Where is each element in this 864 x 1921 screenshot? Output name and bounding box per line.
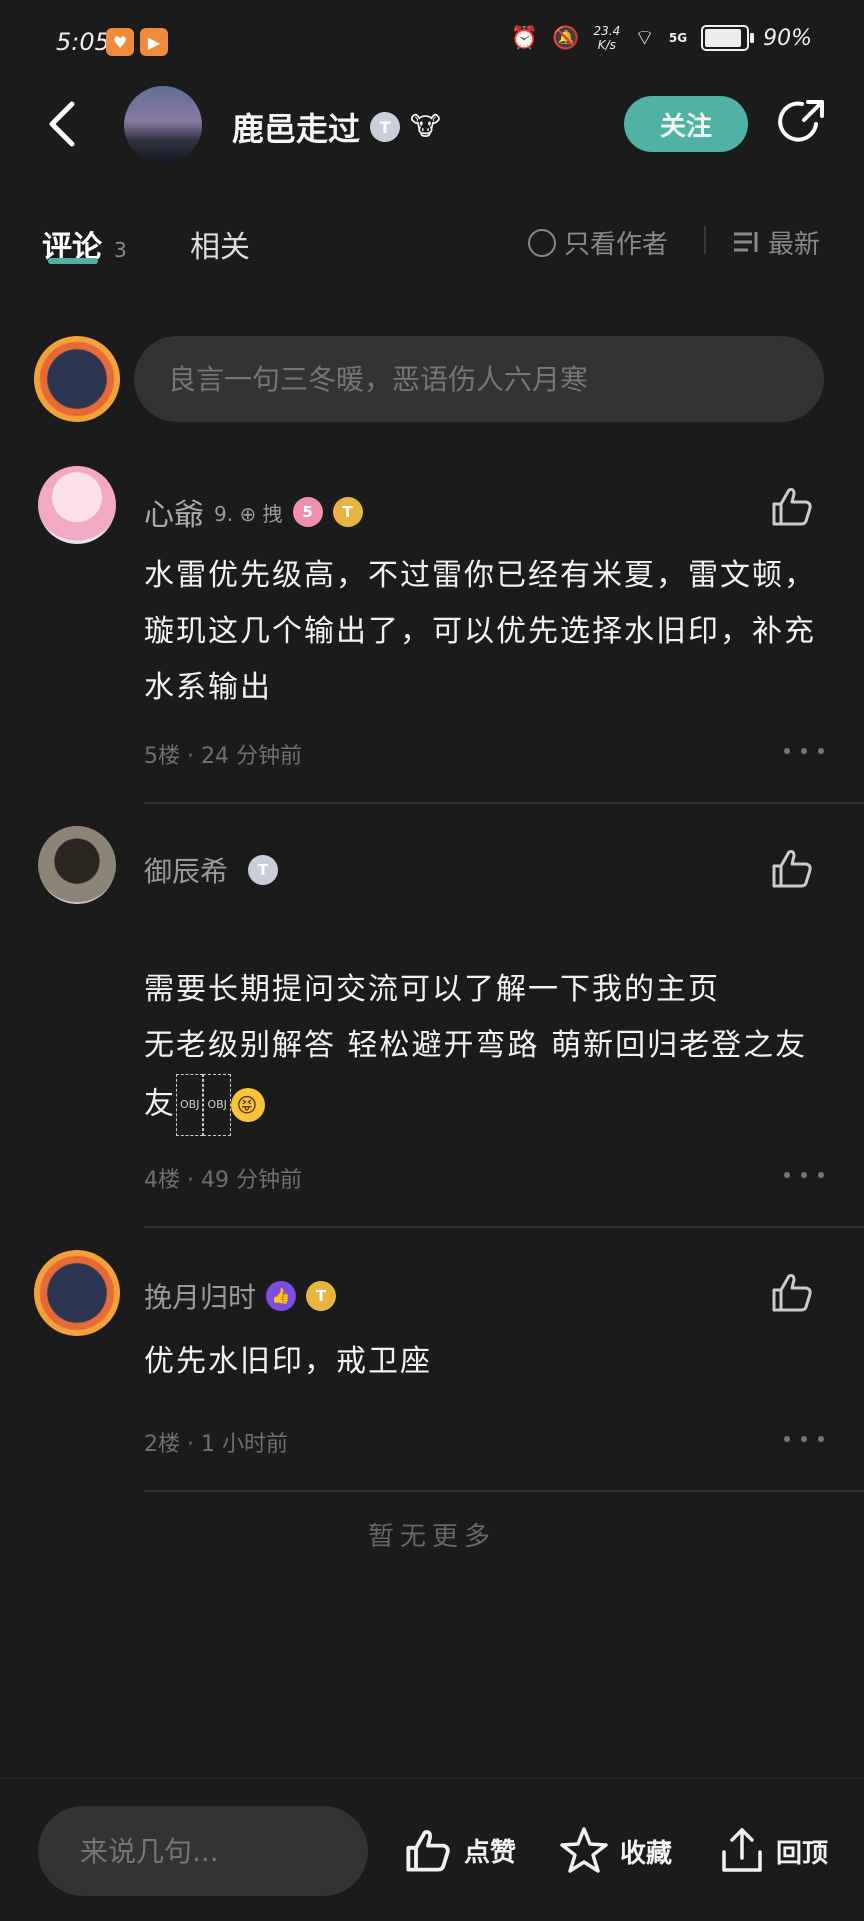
- sort-icon: [734, 231, 758, 252]
- floor: 4楼: [144, 1168, 180, 1193]
- share-icon[interactable]: [776, 96, 828, 148]
- more-icon[interactable]: [784, 1172, 824, 1178]
- net-speed: 23.4 K/s: [593, 24, 621, 52]
- back-to-top-button[interactable]: 回顶: [718, 1826, 828, 1876]
- commenter-name-row[interactable]: 御辰希 T: [144, 850, 279, 890]
- floor: 2楼: [144, 1432, 180, 1457]
- status-time: 5:05: [56, 28, 110, 56]
- obj-placeholder: OBJ: [203, 1074, 231, 1136]
- divider: [144, 1490, 864, 1492]
- bottom-comment-input[interactable]: [38, 1806, 368, 1896]
- mascot-badge-icon: 🐮: [410, 112, 441, 142]
- tab-indicator: [48, 258, 98, 264]
- grinning-emoji-icon: 😝: [230, 1088, 265, 1122]
- tab-related[interactable]: 相关: [190, 222, 250, 266]
- comment-line: 需要长期提问交流可以了解一下我的主页: [144, 972, 720, 1007]
- comment-text: 需要长期提问交流可以了解一下我的主页 无老级别解答 轻松避开弯路 萌新回归老登之…: [144, 962, 824, 1136]
- comment-meta: 4楼 · 49 分钟前: [144, 1168, 302, 1193]
- like-button[interactable]: 点赞: [402, 1826, 516, 1874]
- commenter-avatar[interactable]: [38, 826, 116, 904]
- like-icon[interactable]: [770, 484, 814, 528]
- thumbs-badge-icon: 👍: [266, 1281, 297, 1311]
- divider: [144, 802, 864, 804]
- status-bar: 5:05 ♥ ▶ ⏰ 🔕 23.4 K/s ⌔ 5G 90%: [0, 0, 864, 86]
- battery-icon: [701, 25, 755, 51]
- play-notification-icon: ▶: [140, 28, 168, 56]
- commenter-extra: 9. ⊕ 拽: [214, 501, 283, 526]
- radio-icon: [528, 228, 556, 257]
- like-icon[interactable]: [770, 846, 814, 890]
- app-notification-icon: ♥: [106, 28, 134, 56]
- collect-button[interactable]: 收藏: [558, 1826, 672, 1876]
- only-author-toggle[interactable]: 只看作者: [528, 224, 668, 261]
- battery-percent: 90%: [763, 25, 812, 51]
- level-badge: T: [370, 112, 401, 142]
- only-author-label: 只看作者: [564, 230, 669, 260]
- sort-button[interactable]: 最新: [732, 224, 820, 261]
- back-icon[interactable]: [42, 96, 82, 152]
- divider: [704, 226, 706, 254]
- timestamp: 24 分钟前: [200, 744, 302, 769]
- author-name-row[interactable]: 鹿邑走过 T 🐮: [232, 104, 441, 150]
- commenter-name-row[interactable]: 挽月归时 👍 T: [144, 1276, 337, 1316]
- star-icon: [560, 1827, 608, 1873]
- tier-badge: T: [248, 855, 279, 885]
- comment-text: 优先水旧印，戒卫座: [144, 1344, 432, 1379]
- tier-badge: T: [332, 497, 363, 527]
- comment-input[interactable]: [134, 336, 824, 422]
- commenter-name: 御辰希: [144, 855, 229, 888]
- author-name: 鹿邑走过: [232, 110, 361, 148]
- like-icon[interactable]: [770, 1270, 814, 1314]
- no-more-label: 暂无更多: [367, 1522, 496, 1552]
- wifi-icon: ⌔: [634, 26, 655, 51]
- timestamp: 1 小时前: [200, 1432, 288, 1457]
- comment-line: 友 OBJ OBJ 😝: [144, 1074, 824, 1136]
- back-to-top-label: 回顶: [776, 1838, 829, 1869]
- comment-meta: 2楼 · 1 小时前: [144, 1432, 288, 1457]
- obj-placeholder: OBJ: [176, 1074, 204, 1136]
- divider: [144, 1226, 864, 1228]
- commenter-avatar[interactable]: [38, 466, 116, 544]
- commenter-name-row[interactable]: 心爺 9. ⊕ 拽 5 T: [144, 490, 363, 534]
- like-label: 点赞: [464, 1837, 517, 1868]
- signal-icon: 5G: [668, 31, 688, 45]
- level-badge: 5: [292, 497, 323, 527]
- my-avatar: [34, 336, 120, 422]
- timestamp: 49 分钟前: [200, 1168, 302, 1193]
- author-avatar[interactable]: [124, 86, 202, 164]
- comment-line: 无老级别解答 轻松避开弯路 萌新回归老登之友: [144, 1028, 808, 1063]
- commenter-name: 挽月归时: [144, 1281, 257, 1314]
- commenter-name: 心爺: [144, 498, 204, 533]
- follow-button[interactable]: 关注: [624, 96, 748, 152]
- thumbs-up-icon: [406, 1830, 450, 1872]
- more-icon[interactable]: [784, 1436, 824, 1442]
- mute-icon: 🔕: [552, 25, 580, 51]
- more-icon[interactable]: [784, 748, 824, 754]
- status-icons: ⏰ 🔕 23.4 K/s ⌔ 5G 90%: [511, 24, 812, 52]
- tier-badge: T: [306, 1281, 337, 1311]
- comments-count: 3: [114, 238, 127, 262]
- upload-icon: [722, 1828, 762, 1872]
- collect-label: 收藏: [620, 1838, 673, 1869]
- comment-text: 水雷优先级高，不过雷你已经有米夏，雷文顿，璇玑这几个输出了，可以优先选择水旧印，…: [144, 558, 816, 705]
- commenter-avatar[interactable]: [34, 1250, 120, 1336]
- comment-meta: 5楼 · 24 分钟前: [144, 744, 302, 769]
- floor: 5楼: [144, 744, 180, 769]
- sort-label: 最新: [768, 230, 821, 260]
- alarm-icon: ⏰: [510, 25, 539, 51]
